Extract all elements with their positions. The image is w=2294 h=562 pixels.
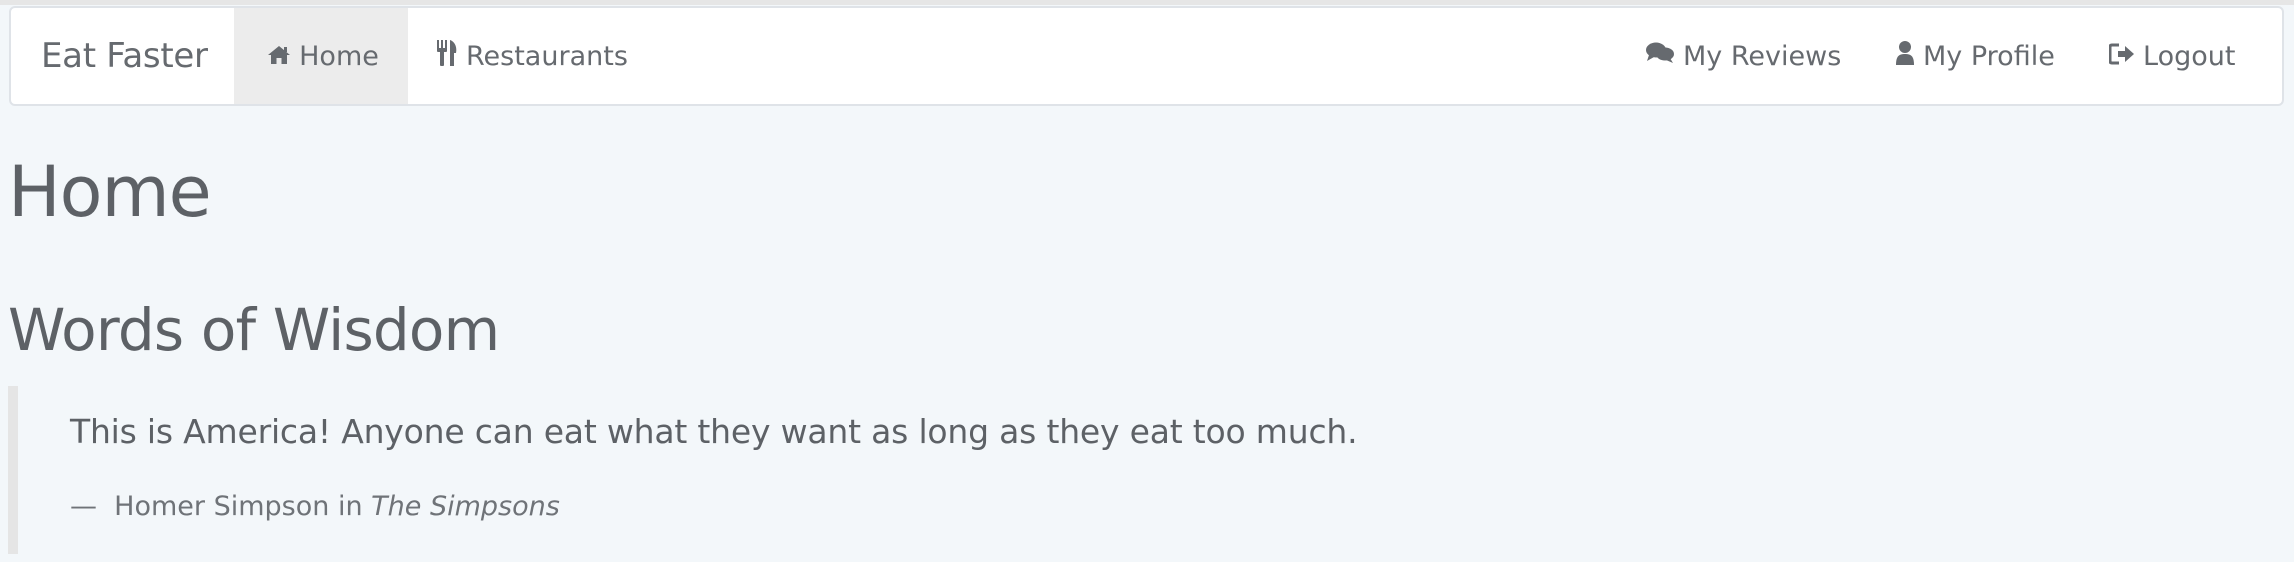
- quote-footer: — Homer Simpson in The Simpsons: [70, 491, 560, 522]
- logout-icon: [2108, 41, 2135, 72]
- nav-item-restaurants-label: Restaurants: [466, 40, 628, 72]
- user-icon: [1895, 40, 1915, 73]
- utensils-icon: [436, 39, 458, 74]
- quote-dash: —: [70, 491, 97, 522]
- nav-item-my-reviews[interactable]: My Reviews: [1645, 8, 1841, 104]
- navbar: Eat Faster Home Restaurants My Reviews M…: [9, 6, 2284, 106]
- quote-author: Homer Simpson in: [114, 491, 363, 522]
- nav-item-my-profile[interactable]: My Profile: [1895, 8, 2055, 104]
- brand-link[interactable]: Eat Faster: [41, 8, 208, 104]
- nav-item-restaurants[interactable]: Restaurants: [436, 8, 628, 104]
- nav-item-my-profile-label: My Profile: [1923, 40, 2055, 72]
- nav-item-logout[interactable]: Logout: [2108, 8, 2236, 104]
- quote-source: The Simpsons: [371, 491, 560, 522]
- nav-item-my-reviews-label: My Reviews: [1683, 40, 1842, 72]
- quote-block: This is America! Anyone can eat what the…: [8, 386, 1408, 554]
- nav-item-logout-label: Logout: [2143, 40, 2236, 72]
- top-border-line: [0, 0, 2294, 5]
- comments-icon: [1645, 41, 1675, 72]
- nav-item-home-label: Home: [299, 40, 379, 72]
- quote-text: This is America! Anyone can eat what the…: [70, 412, 1358, 451]
- section-title: Words of Wisdom: [8, 296, 500, 364]
- home-icon: [267, 41, 291, 72]
- nav-item-home[interactable]: Home: [234, 8, 408, 104]
- page-title: Home: [8, 151, 212, 233]
